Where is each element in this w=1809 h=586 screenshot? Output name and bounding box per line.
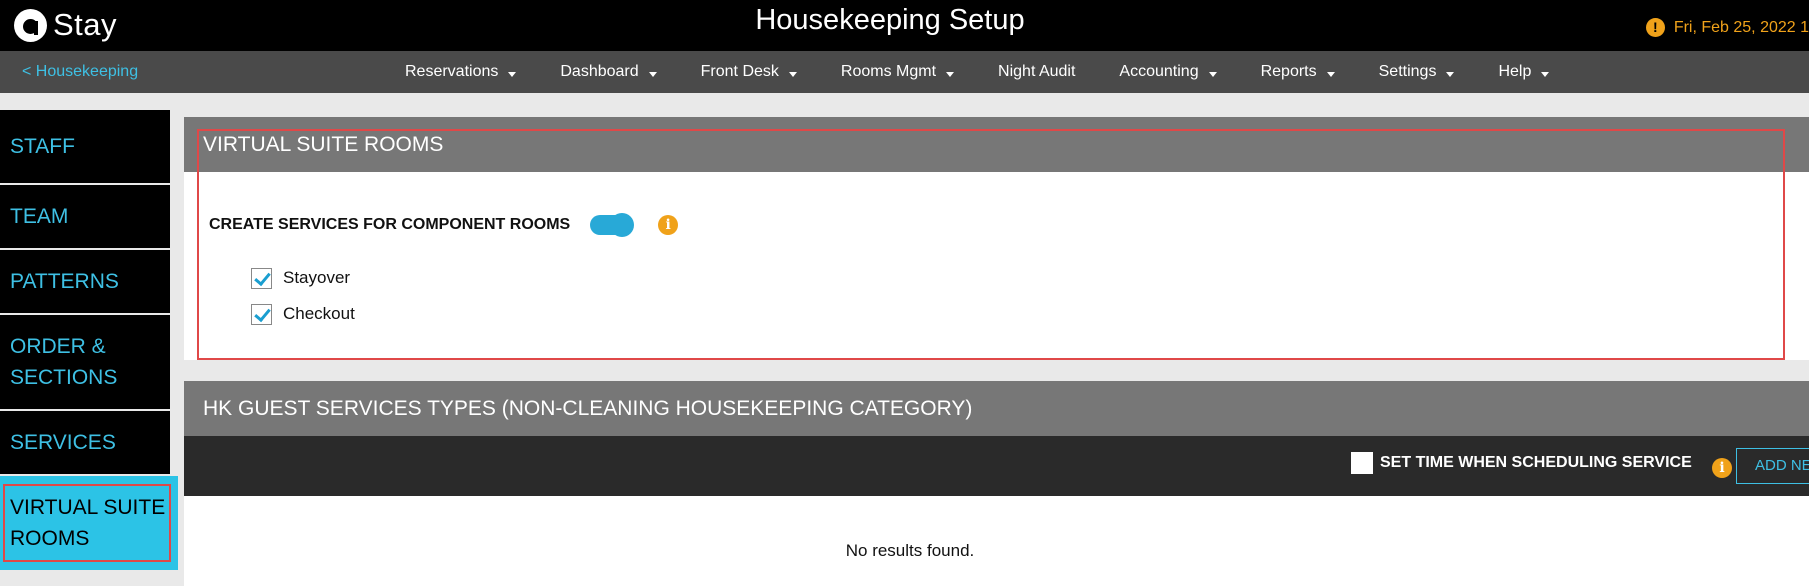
add-new-button[interactable]: ADD NE [1736, 448, 1809, 484]
caret-down-icon [508, 71, 517, 77]
sidebar-item-virtual-suite-rooms[interactable]: VIRTUAL SUITE ROOMS [0, 476, 178, 572]
nav-front-desk[interactable]: Front Desk [701, 63, 797, 81]
top-bar: Stay Housekeeping Setup ! Fri, Feb 25, 2… [0, 0, 1809, 51]
sidebar-item-services[interactable]: SERVICES [0, 411, 170, 476]
nav-dashboard[interactable]: Dashboard [560, 63, 657, 81]
sidebar-item-staff[interactable]: STAFF [0, 110, 170, 185]
info-icon[interactable]: i [1712, 458, 1732, 478]
nav-night-audit[interactable]: Night Audit [998, 63, 1075, 81]
nav-reports[interactable]: Reports [1261, 63, 1335, 81]
nav-menu: Reservations Dashboard Front Desk Rooms … [405, 51, 1593, 93]
nav-accounting[interactable]: Accounting [1119, 63, 1217, 81]
nav-help[interactable]: Help [1498, 63, 1550, 81]
caret-down-icon [648, 71, 657, 77]
guest-services-header: HK GUEST SERVICES TYPES (NON-CLEANING HO… [184, 381, 1809, 436]
sidebar-item-label: STAFF [10, 135, 75, 158]
focus-highlight-box [197, 129, 1785, 360]
sidebar-item-label: TEAM [10, 205, 69, 228]
warning-icon[interactable]: ! [1645, 18, 1665, 37]
selection-highlight [3, 484, 171, 562]
sidebar-item-patterns[interactable]: PATTERNS [0, 250, 170, 315]
nav-reservations[interactable]: Reservations [405, 63, 517, 81]
sidebar-item-label: ORDER & SECTIONS [10, 335, 118, 389]
nav-label: Night Audit [998, 63, 1076, 80]
back-to-housekeeping-link[interactable]: < Housekeeping [22, 63, 138, 81]
sidebar-item-label: PATTERNS [10, 270, 119, 293]
main-nav: < Housekeeping Reservations Dashboard Fr… [0, 51, 1809, 93]
guest-services-toolbar: SET TIME WHEN SCHEDULING SERVICE i ADD N… [184, 436, 1809, 496]
nav-label: Dashboard [560, 63, 639, 80]
nav-label: Front Desk [700, 63, 779, 80]
settings-sidebar: STAFF TEAM PATTERNS ORDER & SECTIONS SER… [0, 110, 178, 572]
guest-services-panel: HK GUEST SERVICES TYPES (NON-CLEANING HO… [184, 381, 1809, 586]
sidebar-item-order-sections[interactable]: ORDER & SECTIONS [0, 315, 170, 411]
guest-services-results: No results found. [184, 496, 1809, 586]
nav-label: Reports [1260, 63, 1317, 80]
nav-label: Accounting [1119, 63, 1199, 80]
page-title: Housekeeping Setup [755, 4, 1025, 36]
date-display: ! Fri, Feb 25, 2022 1 [1645, 18, 1809, 37]
set-time-option[interactable]: SET TIME WHEN SCHEDULING SERVICE [1351, 452, 1692, 474]
caret-down-icon [946, 71, 955, 77]
nav-label: Help [1498, 63, 1532, 80]
nav-label: Rooms Mgmt [840, 63, 937, 80]
sidebar-item-team[interactable]: TEAM [0, 185, 170, 250]
caret-down-icon [1446, 71, 1455, 77]
empty-state-message: No results found. [845, 541, 975, 560]
sidebar-item-label: SERVICES [10, 431, 116, 454]
set-time-checkbox[interactable] [1351, 452, 1373, 474]
nav-settings[interactable]: Settings [1379, 63, 1455, 81]
caret-down-icon [1541, 71, 1550, 77]
set-time-label: SET TIME WHEN SCHEDULING SERVICE [1380, 454, 1692, 471]
nav-label: Settings [1378, 63, 1437, 80]
caret-down-icon [788, 71, 797, 77]
caret-down-icon [1208, 71, 1217, 77]
nav-label: Reservations [405, 63, 499, 80]
current-date: Fri, Feb 25, 2022 1 [1673, 18, 1809, 36]
nav-rooms-mgmt[interactable]: Rooms Mgmt [840, 63, 955, 81]
caret-down-icon [1326, 71, 1335, 77]
